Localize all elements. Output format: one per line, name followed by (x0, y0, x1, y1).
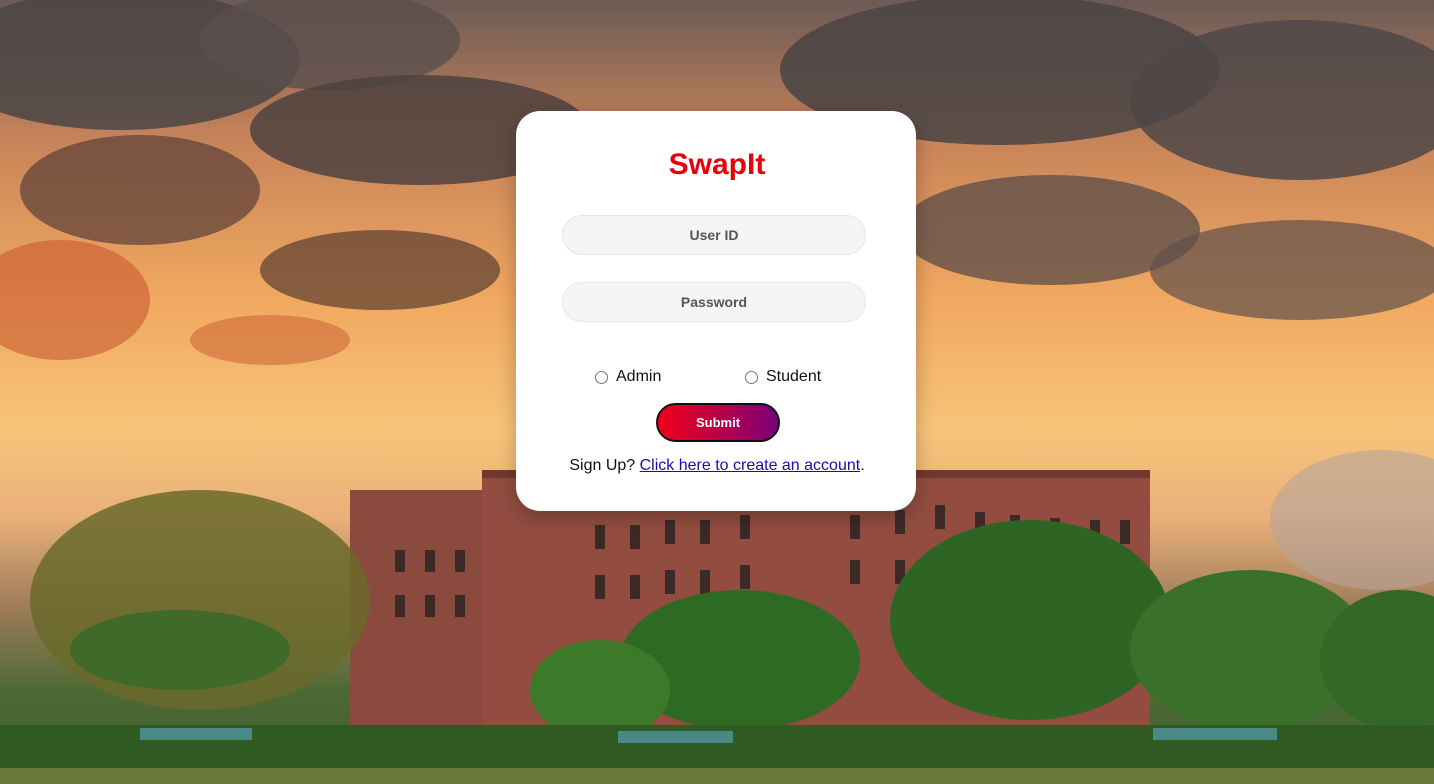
user-id-input[interactable] (562, 215, 866, 255)
password-input[interactable] (562, 282, 866, 322)
role-option-student[interactable]: Student (745, 366, 821, 388)
signup-prefix: Sign Up? (569, 457, 640, 474)
admin-label: Admin (616, 368, 662, 385)
signup-suffix: . (860, 457, 865, 474)
submit-button[interactable]: Submit (656, 403, 780, 442)
role-option-admin[interactable]: Admin (595, 366, 661, 388)
create-account-link[interactable]: Click here to create an account (640, 457, 861, 474)
app-title: SwapIt (668, 148, 766, 181)
student-label: Student (766, 368, 822, 385)
signup-prompt: Sign Up? Click here to create an account… (0, 457, 1434, 475)
student-radio[interactable] (745, 370, 758, 384)
admin-radio[interactable] (595, 370, 608, 384)
